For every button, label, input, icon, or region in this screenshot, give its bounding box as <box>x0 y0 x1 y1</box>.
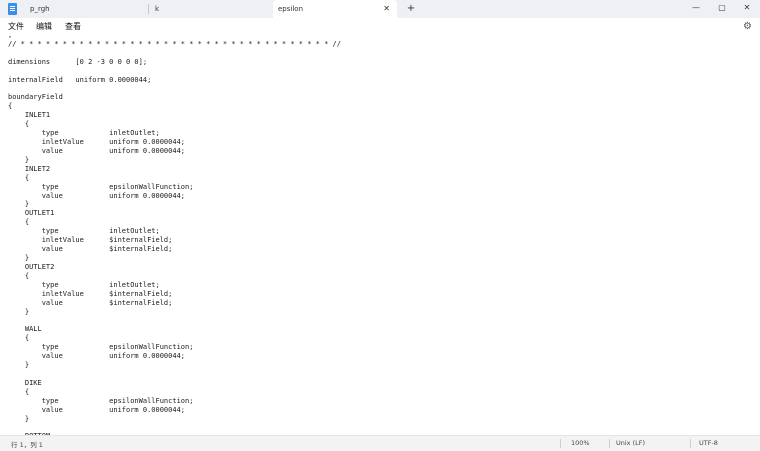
code-line: type epsilonWallFunction; <box>8 182 194 191</box>
code-line: } <box>8 200 30 209</box>
tab-label: epsilon <box>278 5 304 13</box>
line-ending[interactable]: Unix (LF) <box>616 439 645 447</box>
code-line: internalField uniform 0.0000044; <box>8 75 152 84</box>
tab-label: k <box>155 5 160 13</box>
code-line: // * * * * * * * * * * * * * * * * * * *… <box>8 39 341 48</box>
code-line: value $internalField; <box>8 245 173 254</box>
code-line: type epsilonWallFunction; <box>8 343 194 352</box>
menu-edit[interactable]: 编辑 <box>36 21 52 32</box>
tab-k[interactable]: k <box>147 0 273 18</box>
code-line: INLET2 <box>8 164 51 173</box>
code-line: type inletOutlet; <box>8 227 160 236</box>
code-line: { <box>8 102 13 111</box>
code-line: { <box>8 271 30 280</box>
menu-view[interactable]: 查看 <box>65 21 81 32</box>
code-line: type inletOutlet; <box>8 129 160 138</box>
settings-gear-icon[interactable]: ⚙ <box>743 21 752 32</box>
code-line: } <box>8 414 30 423</box>
code-line: value $internalField; <box>8 298 173 307</box>
code-line: } <box>8 155 30 164</box>
code-line: WALL <box>8 325 42 334</box>
code-line: dimensions [0 2 -3 0 0 0 0]; <box>8 57 148 66</box>
code-line: { <box>8 218 30 227</box>
code-line: INLET1 <box>8 111 51 120</box>
cursor-position: 行 1，列 1 <box>11 441 43 449</box>
code-line: { <box>8 173 30 182</box>
close-window-button[interactable]: ✕ <box>739 0 755 16</box>
code-line: { <box>8 120 30 129</box>
code-line: } <box>8 307 30 316</box>
encoding[interactable]: UTF-8 <box>699 439 718 447</box>
code-line: { <box>8 387 30 396</box>
code-line: } <box>8 254 30 262</box>
zoom-level[interactable]: 100% <box>571 439 590 447</box>
menu-bar: 文件 编辑 查看 <box>0 18 760 35</box>
title-bar: p_rgh k epsilon ✕ + — ▢ ✕ <box>0 0 760 18</box>
code-line: DIKE <box>8 378 42 387</box>
tab-label: p_rgh <box>30 5 50 13</box>
code-line: type epsilonWallFunction; <box>8 396 194 405</box>
code-line: inletValue uniform 0.0000044; <box>8 138 186 147</box>
status-divider <box>560 439 561 448</box>
text-editor[interactable]: ,// * * * * * * * * * * * * * * * * * * … <box>0 35 760 435</box>
tab-p-rgh[interactable]: p_rgh <box>22 0 148 18</box>
status-divider <box>690 439 691 448</box>
code-line: OUTLET1 <box>8 209 55 218</box>
code-line: type inletOutlet; <box>8 280 160 289</box>
code-line: value uniform 0.0000044; <box>8 146 186 155</box>
status-divider <box>609 439 610 448</box>
code-line: value uniform 0.0000044; <box>8 352 186 361</box>
code-line: value uniform 0.0000044; <box>8 191 186 200</box>
minimize-button[interactable]: — <box>688 0 704 16</box>
status-bar: 行 1，列 1 100% Unix (LF) UTF-8 <box>0 435 760 451</box>
code-line: boundaryField <box>8 93 63 102</box>
new-tab-button[interactable]: + <box>405 0 417 18</box>
code-line: inletValue $internalField; <box>8 289 173 298</box>
code-line: inletValue $internalField; <box>8 236 173 245</box>
close-tab-icon[interactable]: ✕ <box>383 0 390 18</box>
code-line: OUTLET2 <box>8 262 55 271</box>
maximize-button[interactable]: ▢ <box>714 0 730 16</box>
tab-epsilon[interactable]: epsilon ✕ <box>273 0 397 18</box>
code-line: value uniform 0.0000044; <box>8 405 186 414</box>
code-line: } <box>8 361 30 370</box>
code-line: { <box>8 334 30 343</box>
menu-file[interactable]: 文件 <box>8 21 24 32</box>
notepad-app-icon <box>8 3 17 15</box>
